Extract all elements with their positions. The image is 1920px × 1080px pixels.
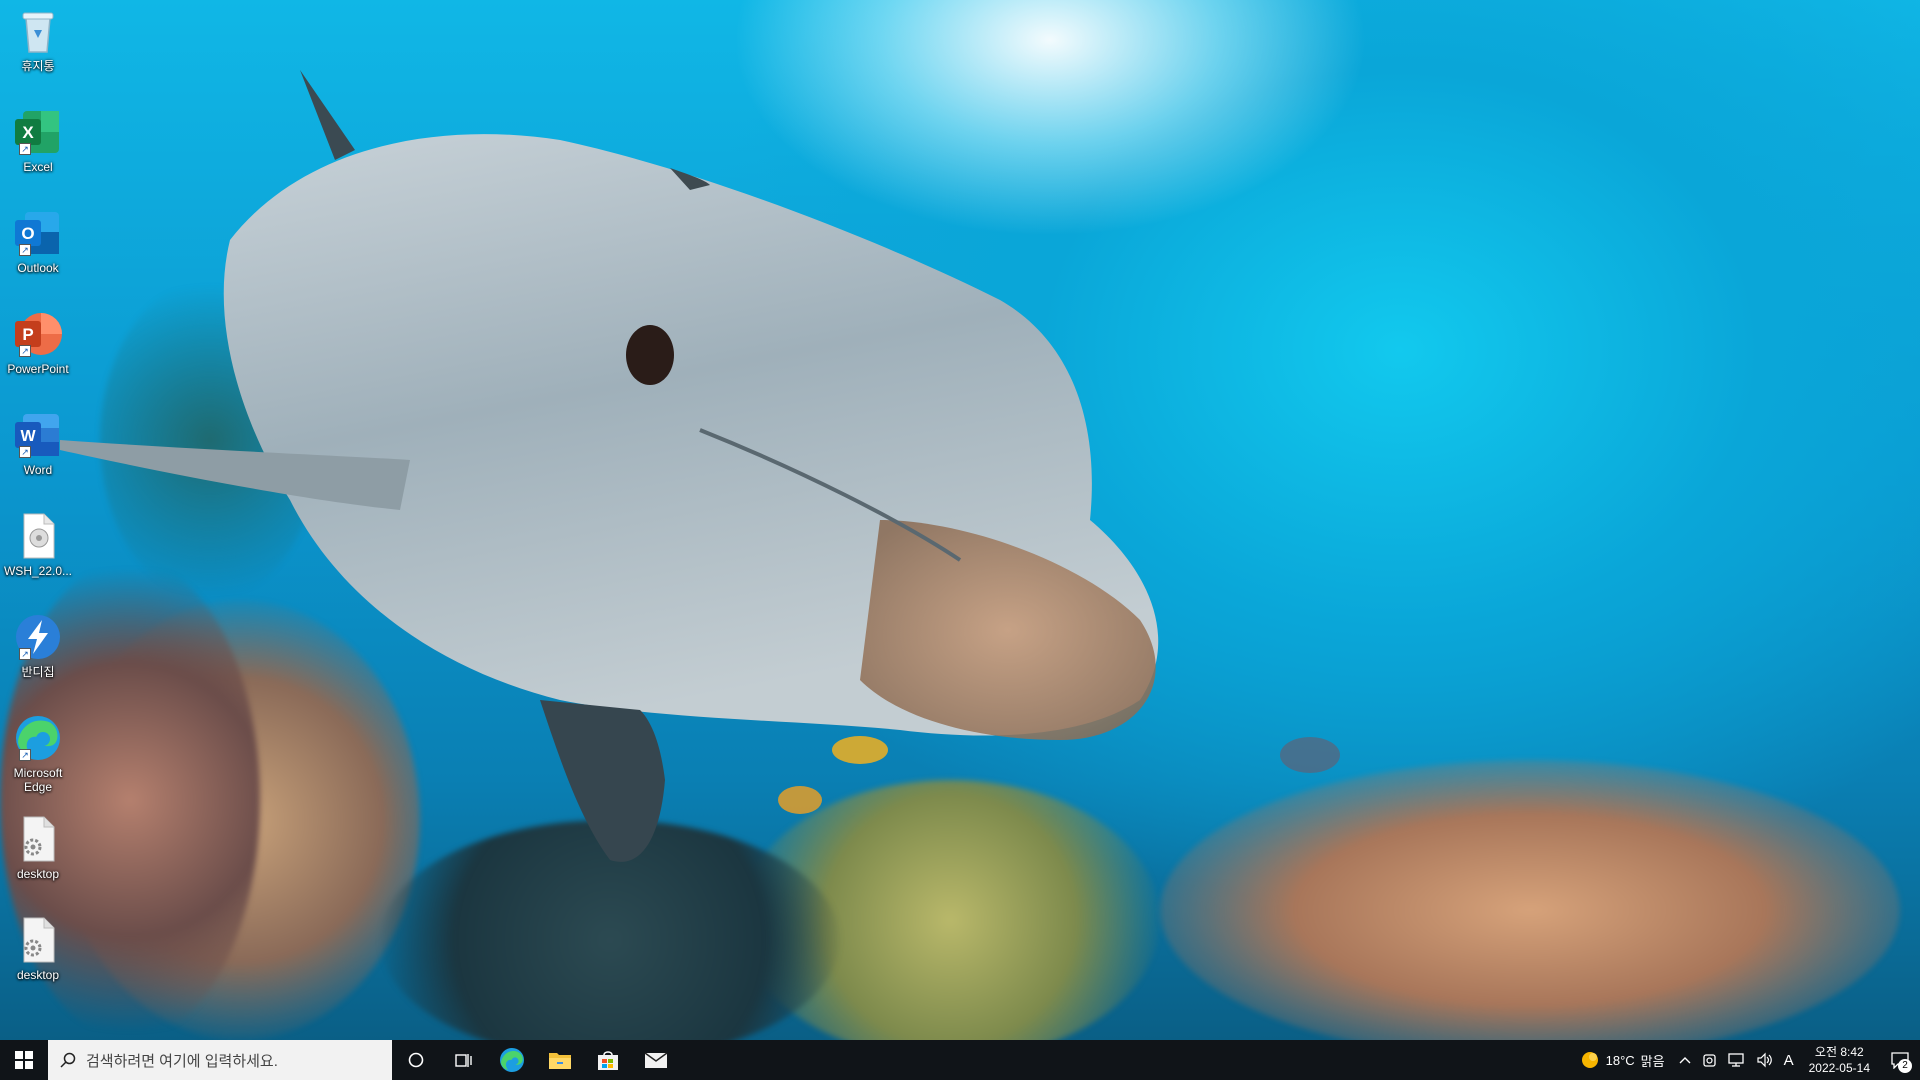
svg-text:W: W: [20, 428, 36, 445]
desktop-icon-edge[interactable]: ↗ Microsoft Edge: [2, 707, 74, 803]
search-icon: [60, 1052, 76, 1068]
shortcut-arrow-icon: ↗: [19, 749, 31, 761]
taskbar-mail-button[interactable]: [632, 1040, 680, 1080]
search-placeholder: 검색하려면 여기에 입력하세요.: [86, 1052, 278, 1070]
bandizip-icon: ↗: [13, 612, 63, 662]
weather-temp: 18°C: [1605, 1052, 1635, 1068]
system-tray: 18°C 맑음 A 오전 8:42 2022-05-14 2: [1572, 1040, 1920, 1080]
start-button[interactable]: [0, 1040, 48, 1080]
edge-icon: ↗: [13, 713, 63, 763]
desktop-icon-outlook[interactable]: O ↗ Outlook: [2, 202, 74, 298]
speaker-icon: [1756, 1052, 1772, 1068]
input-method-indicator[interactable]: A: [1779, 1040, 1799, 1080]
word-icon: W ↗: [13, 410, 63, 460]
desktop-icon-desktop-ini-2[interactable]: desktop: [2, 909, 74, 1005]
network-button[interactable]: [1723, 1040, 1751, 1080]
weather-condition: 맑음: [1640, 1053, 1665, 1069]
action-center-button[interactable]: 2: [1880, 1040, 1920, 1080]
task-view-button[interactable]: [440, 1040, 488, 1080]
shortcut-arrow-icon: ↗: [19, 244, 31, 256]
shortcut-arrow-icon: ↗: [19, 345, 31, 357]
cortana-icon: [408, 1052, 424, 1068]
desktop-icon-powerpoint[interactable]: P ↗ PowerPoint: [2, 303, 74, 399]
desktop-icon-recycle-bin[interactable]: 휴지통: [2, 0, 74, 96]
taskbar-search-box[interactable]: 검색하려면 여기에 입력하세요.: [48, 1040, 392, 1080]
volume-button[interactable]: [1751, 1040, 1779, 1080]
desktop-wallpaper: [0, 0, 1920, 1040]
taskbar: 검색하려면 여기에 입력하세요. 18°C 맑음 A 오전 8:42 2022-…: [0, 1040, 1920, 1080]
edge-icon: [500, 1048, 524, 1072]
desktop-icon-desktop-ini-1[interactable]: desktop: [2, 808, 74, 904]
chevron-up-icon: [1679, 1057, 1691, 1064]
svg-text:X: X: [22, 123, 34, 142]
taskbar-clock[interactable]: 오전 8:42 2022-05-14: [1799, 1044, 1880, 1076]
clock-time: 오전 8:42: [1814, 1045, 1864, 1059]
show-hidden-icons-button[interactable]: [1673, 1040, 1697, 1080]
weather-widget[interactable]: 18°C 맑음: [1572, 1040, 1673, 1080]
outlook-icon: O ↗: [13, 208, 63, 258]
desktop-icon-excel[interactable]: X ↗ Excel: [2, 101, 74, 197]
powerpoint-icon: P ↗: [13, 309, 63, 359]
recycle-bin-icon: [13, 6, 63, 56]
store-icon: [598, 1051, 618, 1070]
meet-now-button[interactable]: [1697, 1040, 1723, 1080]
settings-file-icon: [13, 814, 63, 864]
desktop-icon-word[interactable]: W ↗ Word: [2, 404, 74, 500]
shortcut-arrow-icon: ↗: [19, 446, 31, 458]
file-icon: [13, 511, 63, 561]
excel-icon: X ↗: [13, 107, 63, 157]
clock-date: 2022-05-14: [1808, 1061, 1870, 1075]
camera-icon: [1702, 1054, 1716, 1067]
task-view-icon: [455, 1054, 472, 1067]
windows-logo-icon: [15, 1051, 33, 1069]
mail-icon: [644, 1052, 668, 1068]
dolphin-illustration: [60, 70, 1340, 862]
shortcut-arrow-icon: ↗: [19, 143, 31, 155]
shortcut-arrow-icon: ↗: [19, 648, 31, 660]
svg-text:P: P: [22, 325, 33, 344]
desktop-icon-wsh-file[interactable]: WSH_22.0...: [2, 505, 74, 601]
notification-count-badge: 2: [1898, 1059, 1912, 1073]
ime-label: A: [1783, 1051, 1794, 1069]
taskbar-edge-button[interactable]: [488, 1040, 536, 1080]
taskbar-file-explorer-button[interactable]: [536, 1040, 584, 1080]
network-icon: [1727, 1053, 1744, 1067]
settings-file-icon: [13, 915, 63, 965]
sunny-weather-icon: [1581, 1052, 1598, 1068]
taskbar-store-button[interactable]: [584, 1040, 632, 1080]
svg-text:O: O: [21, 224, 34, 243]
desktop-icon-bandizip[interactable]: ↗ 반디집: [2, 606, 74, 702]
file-explorer-icon: [549, 1053, 571, 1069]
cortana-button[interactable]: [392, 1040, 440, 1080]
